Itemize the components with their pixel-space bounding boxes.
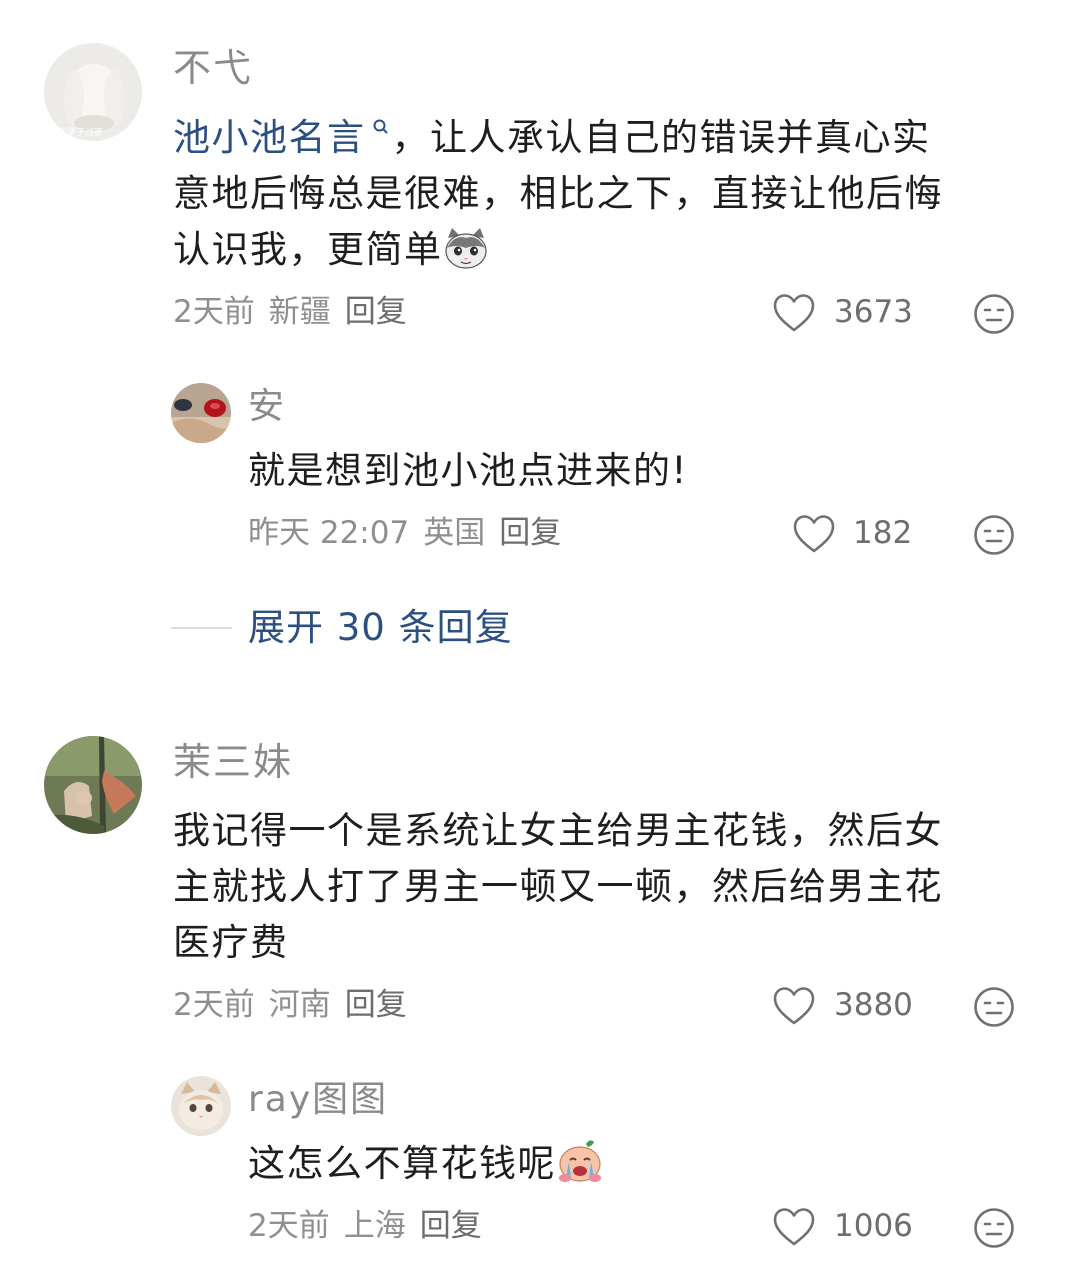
location: 英国 xyxy=(423,515,486,551)
comment-meta: 2天前 河南 回复 xyxy=(173,990,421,1021)
username[interactable]: 安 xyxy=(248,389,286,425)
username[interactable]: 茉三妹 xyxy=(173,743,293,781)
avatar[interactable] xyxy=(171,1076,231,1136)
reply-meta: 2天前 上海 回复 xyxy=(248,1211,496,1242)
like-count: 182 xyxy=(853,515,913,551)
cat-emoji-icon xyxy=(443,226,489,286)
comment-text-line3: 医疗费 xyxy=(173,921,289,964)
reply-button[interactable]: 回复 xyxy=(499,515,561,551)
avatar[interactable]: 和栗子过家 xyxy=(44,43,142,141)
comment-text-line2: 主就找人打了男主一顿又一顿，然后给男主花 xyxy=(173,865,943,908)
heart-outline-icon xyxy=(773,294,815,332)
avatar[interactable] xyxy=(44,736,142,834)
dislike-button[interactable] xyxy=(973,293,1015,335)
comment-text-line1: ，让人承认自己的错误并真心实 xyxy=(391,116,931,159)
timestamp: 2天前 xyxy=(248,1208,330,1244)
like-count: 3673 xyxy=(834,294,913,330)
heart-outline-icon xyxy=(773,987,815,1025)
like-button[interactable] xyxy=(772,293,816,333)
reply-text-content: 这怎么不算花钱呢 xyxy=(248,1142,556,1185)
topic-link[interactable]: 池小池名言 xyxy=(173,116,366,159)
reply-button[interactable]: 回复 xyxy=(420,1208,482,1244)
reply-button[interactable]: 回复 xyxy=(345,987,407,1023)
like-button[interactable] xyxy=(772,986,816,1026)
comment-text: 我记得一个是系统让女主给男主花钱，然后女 主就找人打了男主一顿又一顿，然后给男主… xyxy=(173,803,1053,971)
comment-text: 池小池名言 ，让人承认自己的错误并真心实 意地后悔总是很难，相比之下，直接让他后悔… xyxy=(173,110,1053,286)
heart-outline-icon xyxy=(773,1208,815,1246)
reply-text: 这怎么不算花钱呢 xyxy=(248,1136,604,1200)
meh-face-icon xyxy=(974,987,1014,1027)
comment-meta: 2天前 新疆 回复 xyxy=(173,297,421,328)
reply-text: 就是想到池小池点进来的! xyxy=(248,449,688,492)
username[interactable]: ray图图 xyxy=(248,1082,388,1118)
meh-face-icon xyxy=(974,515,1014,555)
username[interactable]: 不弋 xyxy=(173,49,253,87)
reply-meta: 昨天 22:07 英国 回复 xyxy=(248,518,575,549)
reply-button[interactable]: 回复 xyxy=(345,294,407,330)
like-button[interactable] xyxy=(772,1207,816,1247)
location: 河南 xyxy=(268,987,331,1023)
timestamp: 昨天 22:07 xyxy=(248,515,410,551)
meh-face-icon xyxy=(974,294,1014,334)
expand-replies-button[interactable]: 展开 30 条回复 xyxy=(248,609,513,646)
timestamp: 2天前 xyxy=(173,987,255,1023)
location: 新疆 xyxy=(268,294,331,330)
timestamp: 2天前 xyxy=(173,294,255,330)
comment-text-line1: 我记得一个是系统让女主给男主花钱，然后女 xyxy=(173,809,943,852)
dislike-button[interactable] xyxy=(973,986,1015,1028)
dislike-button[interactable] xyxy=(973,1207,1015,1249)
like-button[interactable] xyxy=(792,514,836,554)
divider xyxy=(171,627,232,629)
heart-outline-icon xyxy=(793,515,835,553)
like-count: 1006 xyxy=(834,1208,913,1244)
comment-text-line3: 认识我，更简单 xyxy=(173,228,443,271)
avatar-caption: 和栗子过家 xyxy=(58,128,104,138)
comment-text-line2: 意地后悔总是很难，相比之下，直接让他后悔 xyxy=(173,172,943,215)
search-icon[interactable] xyxy=(372,118,390,136)
avatar[interactable] xyxy=(171,383,231,443)
dislike-button[interactable] xyxy=(973,514,1015,556)
crying-face-emoji-icon xyxy=(556,1138,604,1200)
like-count: 3880 xyxy=(834,987,913,1023)
meh-face-icon xyxy=(974,1208,1014,1248)
location: 上海 xyxy=(343,1208,406,1244)
